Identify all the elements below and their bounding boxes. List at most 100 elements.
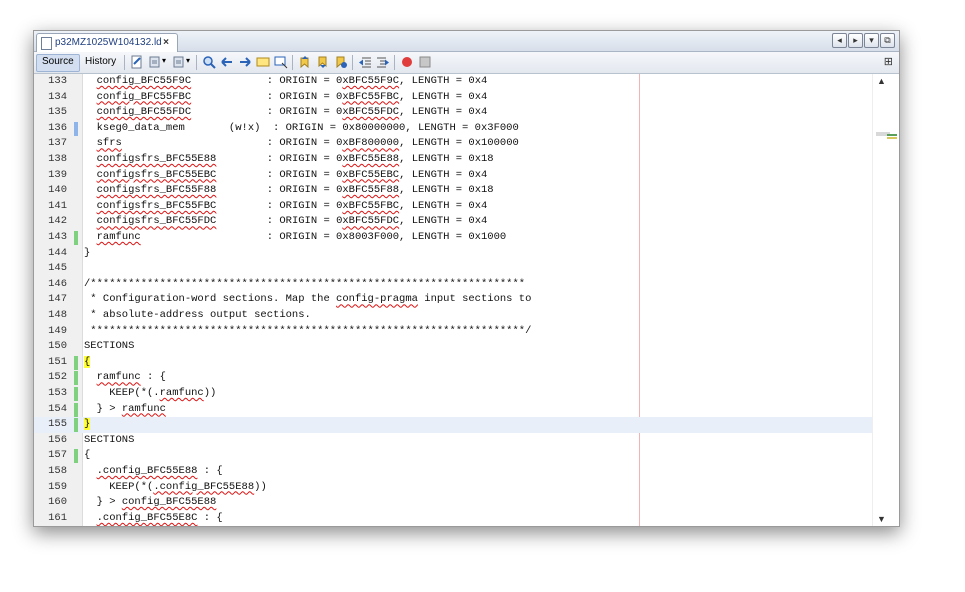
change-marker-green[interactable] xyxy=(74,231,78,245)
shift-left-icon[interactable] xyxy=(358,55,372,69)
code-line[interactable]: 141 configsfrs_BFC55FBC : ORIGIN = 0xBFC… xyxy=(34,199,873,215)
code-line[interactable]: 136 kseg0_data_mem (w!x) : ORIGIN = 0x80… xyxy=(34,121,873,137)
code-text[interactable]: configsfrs_BFC55FBC : ORIGIN = 0xBFC55FB… xyxy=(84,199,873,215)
code-text[interactable]: kseg0_data_mem (w!x) : ORIGIN = 0x800000… xyxy=(84,121,873,137)
code-text[interactable]: ****************************************… xyxy=(84,324,873,340)
find-next-icon[interactable] xyxy=(238,55,252,69)
code-text[interactable]: } > ramfunc xyxy=(84,402,873,418)
restore-window-icon[interactable]: ⧉ xyxy=(880,33,895,48)
source-tab-button[interactable]: Source xyxy=(36,54,80,72)
toolbar-separator xyxy=(124,55,125,70)
code-text[interactable]: .config_BFC55E8C : { xyxy=(84,511,873,526)
code-line[interactable]: 161 .config_BFC55E8C : { xyxy=(34,511,873,526)
code-text[interactable]: .config_BFC55E88 : { xyxy=(84,464,873,480)
code-line[interactable]: 156 SECTIONS xyxy=(34,433,873,449)
code-text[interactable]: * absolute-address output sections. xyxy=(84,308,873,324)
code-line[interactable]: 152 ramfunc : { xyxy=(34,370,873,386)
code-line[interactable]: 142 configsfrs_BFC55FDC : ORIGIN = 0xBFC… xyxy=(34,214,873,230)
code-line[interactable]: 144} xyxy=(34,246,873,262)
code-line[interactable]: 138 configsfrs_BFC55E88 : ORIGIN = 0xBFC… xyxy=(34,152,873,168)
change-marker-blue[interactable] xyxy=(74,121,78,136)
code-text[interactable]: { xyxy=(84,448,873,464)
split-editor-icon[interactable]: ⊞ xyxy=(884,55,893,68)
back-icon[interactable] xyxy=(148,55,162,69)
vertical-scrollbar[interactable]: ▲ ▼ xyxy=(872,74,899,526)
code-line[interactable]: 154 } > ramfunc xyxy=(34,402,873,418)
history-tab-button[interactable]: History xyxy=(80,54,121,70)
forward-dropdown-icon[interactable]: ▾ xyxy=(186,56,190,65)
record-macro-icon[interactable] xyxy=(400,55,414,69)
scroll-down-icon[interactable]: ▼ xyxy=(877,514,886,524)
scroll-tabs-right-icon[interactable]: ▸ xyxy=(848,33,863,48)
show-opened-documents-icon[interactable]: ▾ xyxy=(864,33,879,48)
code-text[interactable]: KEEP(*(.config_BFC55E88)) xyxy=(84,480,873,496)
code-lines[interactable]: 133 config_BFC55F9C : ORIGIN = 0xBFC55F9… xyxy=(34,74,873,526)
code-text[interactable]: SECTIONS xyxy=(84,339,873,355)
code-text[interactable]: } xyxy=(84,246,873,262)
change-marker-green[interactable] xyxy=(74,449,78,464)
code-line[interactable]: 147 * Configuration-word sections. Map t… xyxy=(34,292,873,308)
find-selection-icon[interactable] xyxy=(202,55,216,69)
last-edit-icon[interactable] xyxy=(130,55,144,69)
change-marker-green[interactable] xyxy=(74,355,78,370)
code-line[interactable]: 145 xyxy=(34,261,873,277)
toggle-rect-select-icon[interactable] xyxy=(274,55,288,69)
scroll-tabs-left-icon[interactable]: ◂ xyxy=(832,33,847,48)
code-text[interactable]: /***************************************… xyxy=(84,277,873,293)
change-marker-green[interactable] xyxy=(74,402,78,417)
code-text[interactable]: SECTIONS xyxy=(84,433,873,449)
code-text[interactable]: config_BFC55FDC : ORIGIN = 0xBFC55FDC, L… xyxy=(84,105,873,121)
code-line[interactable]: 137 sfrs : ORIGIN = 0xBF800000, LENGTH =… xyxy=(34,136,873,152)
toolbar-separator xyxy=(394,55,395,70)
code-text[interactable]: } xyxy=(84,417,873,433)
change-marker-green[interactable] xyxy=(74,387,78,401)
tab-file[interactable]: p32MZ1025W104132.ld × xyxy=(36,33,178,52)
code-line[interactable]: 148 * absolute-address output sections. xyxy=(34,308,873,324)
code-text[interactable]: ramfunc : ORIGIN = 0x8003F000, LENGTH = … xyxy=(84,230,873,246)
code-text[interactable]: configsfrs_BFC55E88 : ORIGIN = 0xBFC55E8… xyxy=(84,152,873,168)
code-line[interactable]: 157 { xyxy=(34,448,873,464)
code-line[interactable]: 149 ************************************… xyxy=(34,324,873,340)
toggle-bookmark-icon[interactable] xyxy=(334,55,348,69)
scroll-up-icon[interactable]: ▲ xyxy=(877,76,886,86)
stop-macro-icon[interactable] xyxy=(418,55,432,69)
next-bookmark-icon[interactable] xyxy=(316,55,330,69)
back-dropdown-icon[interactable]: ▾ xyxy=(162,56,166,65)
code-line[interactable]: 139 configsfrs_BFC55EBC : ORIGIN = 0xBFC… xyxy=(34,168,873,184)
code-text[interactable]: config_BFC55FBC : ORIGIN = 0xBFC55FBC, L… xyxy=(84,90,873,106)
code-line[interactable]: 140 configsfrs_BFC55F88 : ORIGIN = 0xBFC… xyxy=(34,183,873,199)
code-text[interactable]: } > config_BFC55E88 xyxy=(84,495,873,511)
code-line[interactable]: 143 ramfunc : ORIGIN = 0x8003F000, LENGT… xyxy=(34,230,873,246)
code-line[interactable]: 133 config_BFC55F9C : ORIGIN = 0xBFC55F9… xyxy=(34,74,873,90)
change-marker-green[interactable] xyxy=(887,134,897,136)
forward-icon[interactable] xyxy=(172,55,186,69)
code-line[interactable]: 158 .config_BFC55E88 : { xyxy=(34,464,873,480)
code-text[interactable]: * Configuration-word sections. Map the c… xyxy=(84,292,873,308)
code-text[interactable]: configsfrs_BFC55EBC : ORIGIN = 0xBFC55EB… xyxy=(84,168,873,184)
change-marker-yellow[interactable] xyxy=(887,137,897,139)
code-text[interactable]: ramfunc : { xyxy=(84,370,873,386)
code-editor[interactable]: 133 config_BFC55F9C : ORIGIN = 0xBFC55F9… xyxy=(34,74,899,526)
code-line[interactable]: 150 SECTIONS xyxy=(34,339,873,355)
find-previous-icon[interactable] xyxy=(220,55,234,69)
code-text[interactable]: config_BFC55F9C : ORIGIN = 0xBFC55F9C, L… xyxy=(84,74,873,90)
code-line[interactable]: 159 KEEP(*(.config_BFC55E88)) xyxy=(34,480,873,496)
change-marker-green[interactable] xyxy=(74,418,78,433)
code-text[interactable]: { xyxy=(84,355,873,371)
code-line[interactable]: 135 config_BFC55FDC : ORIGIN = 0xBFC55FD… xyxy=(34,105,873,121)
code-line[interactable]: 153 KEEP(*(.ramfunc)) xyxy=(34,386,873,402)
close-tab-icon[interactable]: × xyxy=(163,34,169,51)
shift-right-icon[interactable] xyxy=(376,55,390,69)
previous-bookmark-icon[interactable] xyxy=(298,55,312,69)
code-line[interactable]: 160 } > config_BFC55E88 xyxy=(34,495,873,511)
code-line[interactable]: 155} xyxy=(34,417,873,433)
change-marker-green[interactable] xyxy=(74,371,78,386)
toggle-highlight-icon[interactable] xyxy=(256,55,270,69)
code-text[interactable]: KEEP(*(.ramfunc)) xyxy=(84,386,873,402)
code-text[interactable]: sfrs : ORIGIN = 0xBF800000, LENGTH = 0x1… xyxy=(84,136,873,152)
code-text[interactable]: configsfrs_BFC55F88 : ORIGIN = 0xBFC55F8… xyxy=(84,183,873,199)
code-line[interactable]: 151 { xyxy=(34,355,873,371)
code-line[interactable]: 134 config_BFC55FBC : ORIGIN = 0xBFC55FB… xyxy=(34,90,873,106)
code-text[interactable]: configsfrs_BFC55FDC : ORIGIN = 0xBFC55FD… xyxy=(84,214,873,230)
code-line[interactable]: 146 /************************************… xyxy=(34,277,873,293)
